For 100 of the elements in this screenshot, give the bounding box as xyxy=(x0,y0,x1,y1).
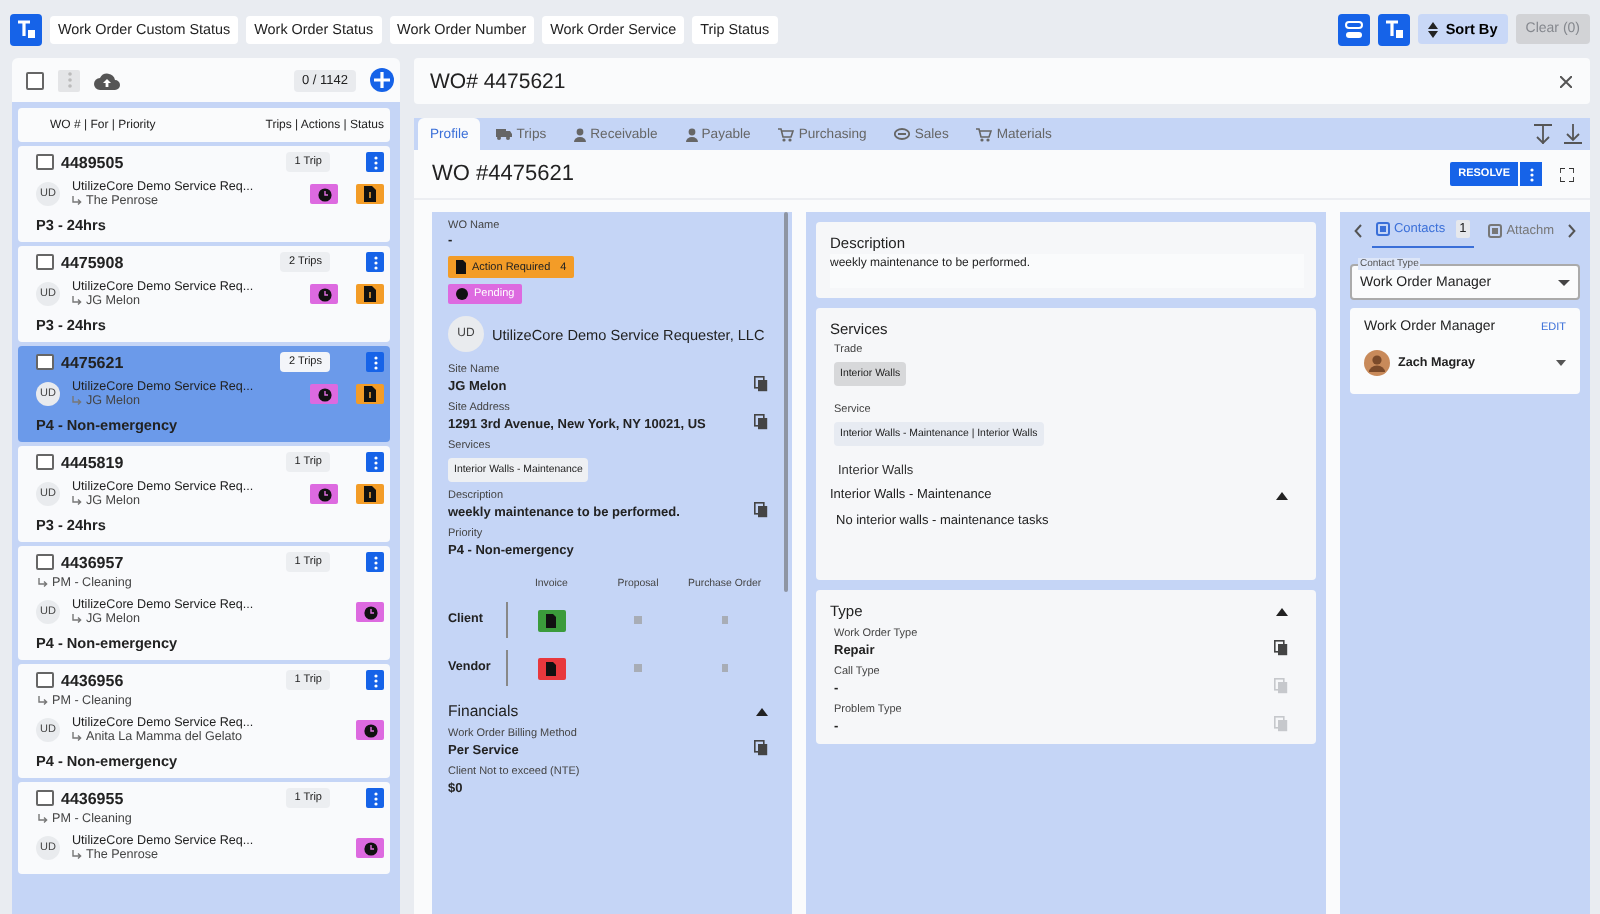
copy-icon[interactable] xyxy=(754,740,768,756)
work-order-number: 4436957 xyxy=(61,553,124,571)
document-icon[interactable] xyxy=(356,384,384,404)
dropdown-caret-icon xyxy=(1558,279,1570,285)
work-order-number: 4489505 xyxy=(61,153,124,171)
sort-icon xyxy=(1427,21,1438,37)
caret-icon[interactable] xyxy=(1276,491,1288,499)
work-order-number: 4436955 xyxy=(61,789,124,807)
clock-glyph-icon xyxy=(363,605,377,619)
more-button[interactable] xyxy=(366,252,384,272)
clock-icon[interactable] xyxy=(310,184,338,204)
avatar-icon xyxy=(1364,350,1390,376)
text-filter-icon xyxy=(1383,19,1404,39)
clock-icon[interactable] xyxy=(310,284,338,304)
sub-item-arrow-icon xyxy=(72,496,82,506)
fullscreen-icon[interactable] xyxy=(1560,167,1574,181)
window-title: WO# 4475621 xyxy=(430,69,568,93)
plus-icon xyxy=(374,72,390,88)
toggle-icon xyxy=(1343,19,1364,39)
row-checkbox[interactable] xyxy=(36,671,53,689)
document-icon[interactable] xyxy=(356,284,384,304)
copy-icon[interactable] xyxy=(754,414,768,430)
more-button[interactable] xyxy=(366,352,384,372)
collapse-icon[interactable] xyxy=(1534,124,1552,144)
text-filter-icon xyxy=(16,19,36,39)
clock-icon[interactable] xyxy=(356,720,384,740)
work-order-heading: WO #4475621 xyxy=(432,162,574,186)
caret-icon[interactable] xyxy=(756,707,768,715)
more-button[interactable] xyxy=(1520,162,1542,186)
clock-glyph-icon xyxy=(317,187,331,201)
clock-icon xyxy=(456,288,468,300)
document-icon[interactable] xyxy=(356,484,384,504)
more-button[interactable] xyxy=(366,788,384,808)
banknote-icon xyxy=(894,128,911,140)
file-icon xyxy=(364,286,376,302)
sub-item-arrow-icon xyxy=(72,296,82,306)
document-icon[interactable] xyxy=(356,184,384,204)
chevron-right-icon[interactable] xyxy=(1568,223,1576,237)
sub-item-arrow-icon xyxy=(38,578,48,588)
clock-icon[interactable] xyxy=(310,384,338,404)
download-icon[interactable] xyxy=(1564,124,1582,144)
row-checkbox[interactable] xyxy=(36,553,53,571)
file-icon xyxy=(546,613,557,627)
sub-item-arrow-icon xyxy=(72,196,82,206)
more-button[interactable] xyxy=(366,452,384,472)
cart-icon xyxy=(976,127,993,141)
file-icon xyxy=(364,386,376,402)
row-checkbox[interactable] xyxy=(36,153,53,171)
work-order-number: 4475908 xyxy=(61,253,124,271)
row-checkbox[interactable] xyxy=(36,353,53,371)
close-button[interactable] xyxy=(1558,73,1574,89)
work-order-number: 4475621 xyxy=(61,353,124,371)
person-icon xyxy=(574,127,587,141)
row-checkbox[interactable] xyxy=(36,789,53,807)
sub-item-arrow-icon xyxy=(72,732,82,742)
copy-icon[interactable] xyxy=(754,376,768,392)
copy-icon[interactable] xyxy=(754,502,768,518)
clock-glyph-icon xyxy=(317,487,331,501)
chevron-left-icon[interactable] xyxy=(1354,223,1362,237)
filter-settings-button[interactable] xyxy=(1377,13,1410,45)
clock-icon[interactable] xyxy=(356,602,384,622)
document-icon[interactable] xyxy=(537,609,566,631)
cart-icon xyxy=(778,127,795,141)
sub-item-arrow-icon xyxy=(72,396,82,406)
person-icon xyxy=(685,127,698,141)
clock-glyph-icon xyxy=(317,387,331,401)
select-all-checkbox[interactable] xyxy=(26,71,44,89)
clock-icon[interactable] xyxy=(356,838,384,858)
file-icon xyxy=(364,186,376,202)
work-order-number: 4436956 xyxy=(61,671,124,689)
more-button[interactable] xyxy=(366,552,384,572)
document-icon[interactable] xyxy=(537,657,566,679)
work-order-number: 4445819 xyxy=(61,453,124,471)
document-icon xyxy=(456,260,466,274)
sub-item-arrow-icon xyxy=(72,614,82,624)
file-icon xyxy=(546,661,557,675)
caret-icon[interactable] xyxy=(1556,360,1566,366)
card-icon xyxy=(1375,222,1390,236)
sub-item-arrow-icon xyxy=(38,814,48,824)
row-checkbox[interactable] xyxy=(36,453,53,471)
clock-icon[interactable] xyxy=(310,484,338,504)
row-checkbox[interactable] xyxy=(36,253,53,271)
close-icon xyxy=(1560,75,1572,87)
add-button[interactable] xyxy=(370,68,394,92)
card-icon xyxy=(1488,223,1503,237)
toggle-view-button[interactable] xyxy=(1337,13,1370,45)
scrollbar[interactable] xyxy=(783,212,788,592)
more-button[interactable] xyxy=(366,670,384,690)
clock-glyph-icon xyxy=(363,841,377,855)
filter-toggle-button[interactable] xyxy=(10,13,42,45)
cloud-upload-icon[interactable] xyxy=(94,71,120,89)
clock-glyph-icon xyxy=(363,723,377,737)
file-icon xyxy=(364,486,376,502)
sub-item-arrow-icon xyxy=(72,850,82,860)
more-button[interactable] xyxy=(366,152,384,172)
truck-icon xyxy=(496,128,513,140)
clock-glyph-icon xyxy=(317,287,331,301)
sub-item-arrow-icon xyxy=(38,696,48,706)
caret-icon[interactable] xyxy=(1276,607,1288,615)
copy-icon[interactable] xyxy=(1274,640,1288,656)
